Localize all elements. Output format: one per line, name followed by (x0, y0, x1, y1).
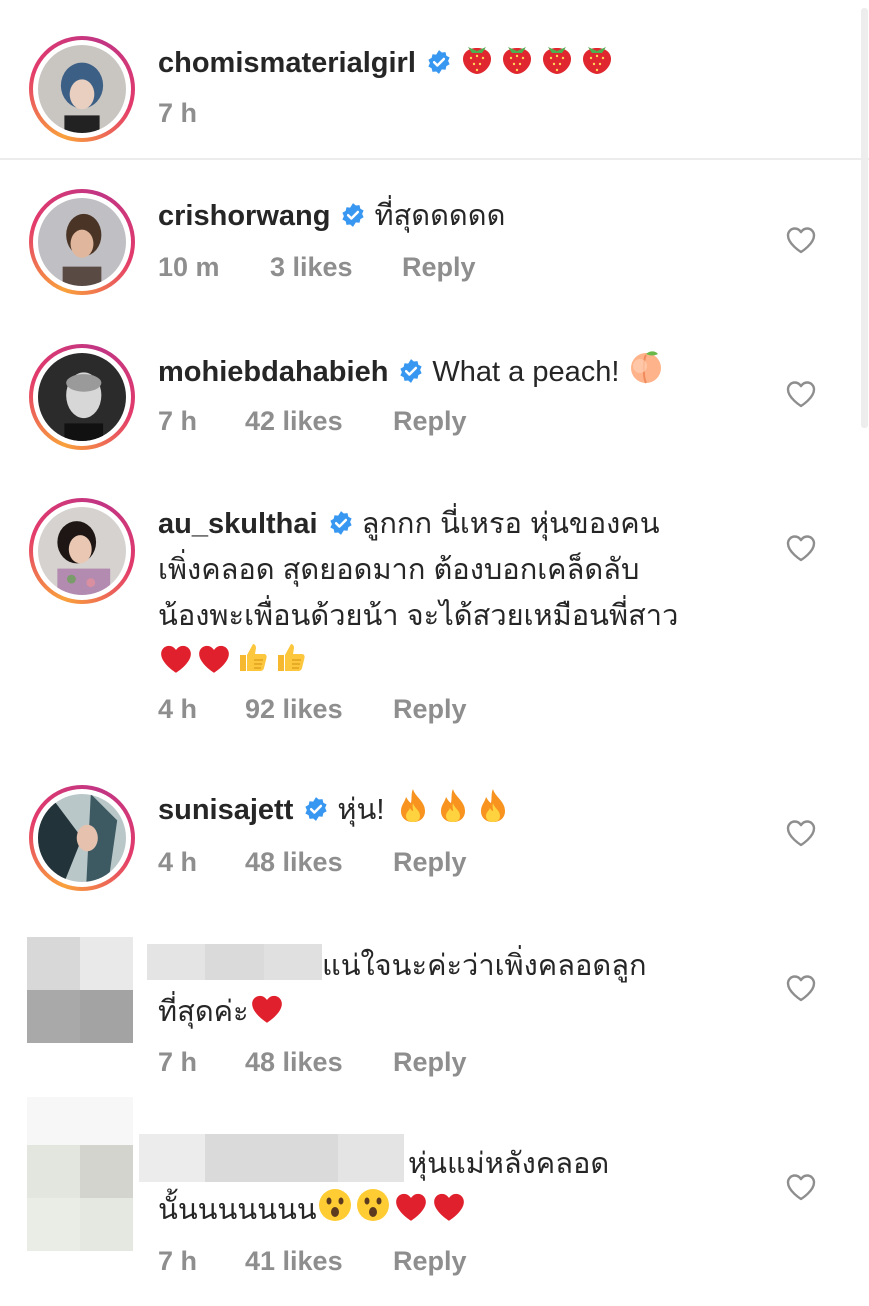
username[interactable]: au_skulthai (158, 508, 318, 540)
comment-meta: 7 h (158, 96, 197, 130)
username[interactable]: chomismaterialgirl (158, 47, 416, 79)
comment-meta: 7 h 41 likes Reply (158, 1244, 467, 1278)
timestamp: 7 h (158, 406, 198, 436)
strawberry-icon (580, 40, 614, 76)
like-heart-icon[interactable] (786, 974, 816, 1002)
avatar[interactable] (29, 36, 135, 142)
red-heart-icon (158, 643, 194, 675)
timestamp: 10 m (158, 252, 220, 282)
blurred-avatar[interactable] (27, 1145, 133, 1251)
avatar[interactable] (29, 189, 135, 295)
reply-button[interactable]: Reply (393, 404, 467, 438)
timestamp: 4 h (158, 847, 198, 877)
verified-badge-icon (426, 49, 452, 75)
scrollbar[interactable] (861, 8, 868, 428)
comment-body-line-1: แน่ใจนะค่ะว่าเพิ่งคลอดลูก (322, 950, 647, 982)
like-heart-icon[interactable] (786, 380, 816, 408)
avatar[interactable] (29, 785, 135, 891)
comment-text-cont: ที่สุดค่ะ (158, 989, 778, 1035)
astonished-face-icon (317, 1187, 353, 1223)
reply-button[interactable]: Reply (393, 692, 467, 726)
red-heart-icon (196, 643, 232, 675)
comment-text: แน่ใจนะค่ะว่าเพิ่งคลอดลูก (322, 943, 762, 989)
like-count[interactable]: 3 likes (270, 250, 402, 284)
verified-badge-icon (328, 510, 354, 536)
blurred-avatar[interactable] (27, 937, 133, 1043)
comment-meta: 10 m 3 likes Reply (158, 250, 476, 284)
like-heart-icon[interactable] (786, 819, 816, 847)
comment-text: au_skulthai ลูกกก นี่เหรอ หุ่นของคน เพิ่ง… (158, 501, 778, 685)
blurred-avatar-top (27, 1097, 133, 1145)
verified-badge-icon (303, 796, 329, 822)
comment-meta: 7 h 48 likes Reply (158, 1045, 467, 1079)
comment-text: chomismaterialgirl (158, 40, 778, 86)
caption-divider (0, 158, 869, 160)
avatar[interactable] (29, 344, 135, 450)
avatar[interactable] (29, 498, 135, 604)
verified-badge-icon (340, 202, 366, 228)
comment-text: sunisajett หุ่น! (158, 787, 778, 833)
like-heart-icon[interactable] (786, 226, 816, 254)
peach-icon (627, 347, 665, 385)
comment-text: หุ่นแม่หลังคลอด (408, 1141, 758, 1187)
thumbs-up-icon (234, 639, 270, 675)
username[interactable]: mohiebdahabieh (158, 356, 388, 388)
thumbs-up-icon (272, 639, 308, 675)
comment-body-line-2: นั้นนนนนนน (158, 1194, 317, 1226)
like-count[interactable]: 48 likes (245, 845, 393, 879)
timestamp: 7 h (158, 1246, 198, 1276)
comment-body: What a peach! (432, 356, 620, 388)
strawberry-icon (500, 40, 534, 76)
reply-button[interactable]: Reply (402, 250, 476, 284)
comment-meta: 7 h 42 likes Reply (158, 404, 467, 438)
red-heart-icon (431, 1191, 467, 1223)
red-heart-icon (249, 993, 285, 1025)
strawberry-icon (460, 40, 494, 76)
comment-text-cont: นั้นนนนนนน (158, 1187, 778, 1233)
reply-button[interactable]: Reply (393, 1045, 467, 1079)
username[interactable]: sunisajett (158, 794, 293, 826)
reply-button[interactable]: Reply (393, 845, 467, 879)
like-heart-icon[interactable] (786, 1173, 816, 1201)
comment-text: crishorwang ที่สุดดดดด (158, 193, 778, 239)
red-heart-icon (393, 1191, 429, 1223)
comment-body-line-3: น้องพะเพื่อนด้วยน้า จะได้สวยเหมือนพี่สาว (158, 600, 679, 632)
like-count[interactable]: 92 likes (245, 692, 393, 726)
timestamp: 7 h (158, 98, 198, 128)
comment-body-line-2: เพิ่งคลอด สุดยอดมาก ต้องบอกเคล็ดลับ (158, 554, 640, 586)
comment-body-line-2: ที่สุดค่ะ (158, 996, 249, 1028)
blurred-username[interactable] (139, 1134, 404, 1182)
comment-body-line-1: au_skulthai ลูกกก นี่เหรอ หุ่นของคน (158, 508, 660, 540)
like-count[interactable]: 41 likes (245, 1244, 393, 1278)
timestamp: 4 h (158, 694, 198, 724)
username[interactable]: crishorwang (158, 200, 330, 232)
like-count[interactable]: 42 likes (245, 404, 393, 438)
fire-icon (398, 787, 428, 823)
blurred-username[interactable] (147, 944, 322, 980)
comment-emoji-line (158, 639, 778, 685)
fire-icon (438, 787, 468, 823)
comment-body: หุ่น! (337, 794, 385, 826)
comment-meta: 4 h 92 likes Reply (158, 692, 467, 726)
comment-meta: 4 h 48 likes Reply (158, 845, 467, 879)
fire-icon (478, 787, 508, 823)
like-heart-icon[interactable] (786, 534, 816, 562)
reply-button[interactable]: Reply (393, 1244, 467, 1278)
timestamp: 7 h (158, 1047, 198, 1077)
astonished-face-icon (355, 1187, 391, 1223)
like-count[interactable]: 48 likes (245, 1045, 393, 1079)
verified-badge-icon (398, 358, 424, 384)
comment-text: mohiebdahabieh What a peach! (158, 347, 778, 395)
comment-body: ที่สุดดดดด (374, 200, 506, 232)
strawberry-icon (540, 40, 574, 76)
comment-body-line-1: หุ่นแม่หลังคลอด (408, 1148, 610, 1180)
